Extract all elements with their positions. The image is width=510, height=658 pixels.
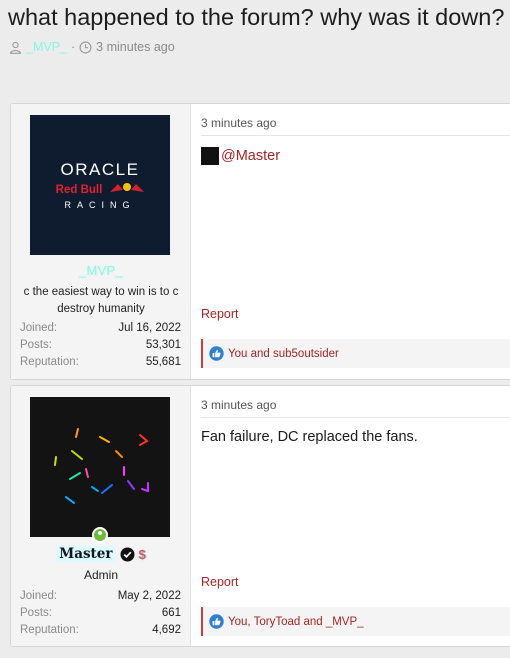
user-mention-link[interactable]: @Master (221, 148, 280, 164)
reactions-text-link[interactable]: You, ToryToad and _MVP_ (228, 616, 364, 628)
reactions-bar[interactable]: You and sub5outsider (201, 339, 510, 368)
logo-line-1: ORACLE (61, 160, 140, 179)
username-link[interactable]: _MVP_ (11, 263, 191, 278)
user-panel: ORACLE Red Bull RACING _MVP_ c the easie… (11, 104, 191, 379)
user-stats: Joined: May 2, 2022 Posts: 661 Reputatio… (20, 588, 181, 639)
post-time-link[interactable]: 3 minutes ago (201, 398, 276, 412)
user-avatar[interactable]: ORACLE Red Bull RACING (30, 115, 170, 255)
stat-label: Reputation: (20, 624, 79, 636)
post-message: @Master (201, 147, 280, 165)
like-icon (209, 346, 224, 361)
online-status-icon (92, 527, 108, 543)
user-role: Admin (83, 568, 118, 582)
stat-label: Joined: (20, 322, 58, 334)
reactions-bar[interactable]: You, ToryToad and _MVP_ (201, 607, 510, 636)
user-avatar[interactable] (30, 397, 170, 537)
abstract-lines-art (54, 428, 149, 504)
report-link[interactable]: Report (201, 575, 239, 589)
like-icon (209, 614, 224, 629)
stat-label: Joined: (20, 590, 58, 602)
stat-joined: Joined: May 2, 2022 (20, 588, 181, 605)
team-logo: ORACLE Red Bull RACING (56, 160, 144, 210)
stat-joined: Joined: Jul 16, 2022 (20, 320, 181, 337)
stat-value: 661 (161, 607, 181, 619)
logo-line-3: RACING (64, 200, 135, 210)
stat-value: May 2, 2022 (117, 590, 181, 602)
thread-author-link[interactable]: _MVP_ (26, 40, 67, 54)
currency-badge-icon: $ (138, 546, 146, 562)
stat-value: 55,681 (145, 356, 181, 368)
username-link[interactable]: Master (56, 546, 116, 562)
stat-value: Jul 16, 2022 (118, 322, 181, 334)
user-stats: Joined: Jul 16, 2022 Posts: 53,301 Reput… (20, 320, 181, 371)
clock-icon (79, 41, 92, 53)
logo-line-2: Red Bull (56, 184, 103, 196)
user-title: c the easiest way to win is to c destroy… (23, 286, 179, 315)
post-divider (201, 417, 510, 418)
stat-reputation: Reputation: 55,681 (20, 354, 181, 371)
stat-reputation: Reputation: 4,692 (20, 622, 181, 639)
user-icon (9, 41, 22, 54)
meta-separator: · (71, 40, 76, 54)
mention-avatar (201, 147, 219, 165)
thread-title: what happened to the forum? why was it d… (8, 4, 505, 30)
user-panel: Master $ Admin Joined: May 2, 2022 Posts… (11, 386, 191, 646)
stat-label: Reputation: (20, 356, 79, 368)
username-row: Master $ (11, 546, 191, 562)
stat-label: Posts: (20, 339, 52, 351)
stat-value: 53,301 (145, 339, 181, 351)
post: ORACLE Red Bull RACING _MVP_ c the easie… (10, 103, 510, 380)
stat-label: Posts: (20, 607, 52, 619)
post: Master $ Admin Joined: May 2, 2022 Posts… (10, 385, 510, 647)
thread-meta: _MVP_ · 3 minutes ago (9, 40, 175, 54)
stat-value: 4,692 (152, 624, 181, 636)
bulls-emblem (110, 183, 144, 192)
stat-posts: Posts: 661 (20, 605, 181, 622)
report-link[interactable]: Report (201, 307, 239, 321)
post-divider (201, 135, 510, 136)
post-message: Fan failure, DC replaced the fans. (201, 429, 418, 445)
stat-posts: Posts: 53,301 (20, 337, 181, 354)
thread-time-link[interactable]: 3 minutes ago (96, 40, 175, 54)
post-time-link[interactable]: 3 minutes ago (201, 116, 276, 130)
reactions-text-link[interactable]: You and sub5outsider (228, 348, 339, 360)
verified-check-icon (120, 547, 134, 561)
